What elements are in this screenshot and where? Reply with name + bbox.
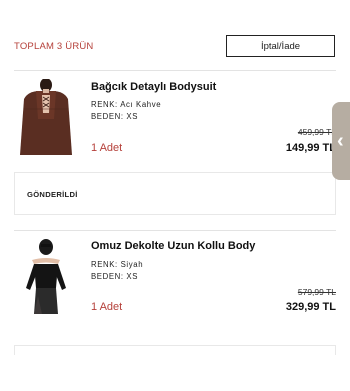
product-image[interactable] (14, 79, 78, 155)
shipment-status-label: GÖNDERİLDİ (27, 190, 78, 199)
size-label: BEDEN: (91, 112, 124, 121)
order-header: TOPLAM 3 ÜRÜN İptal/İade (0, 0, 350, 70)
product-name: Bağcık Detaylı Bodysuit (91, 81, 217, 93)
sale-price: 329,99 TL (285, 301, 336, 313)
side-panel-handle[interactable]: ‹ (332, 102, 350, 180)
product-name: Omuz Dekolte Uzun Kollu Body (91, 240, 256, 252)
size-label: BEDEN: (91, 272, 124, 281)
chevron-left-icon: ‹ (337, 130, 344, 152)
color-label: RENK: (91, 260, 118, 269)
product-quantity: 1 Adet (91, 301, 123, 313)
size-value: XS (126, 272, 139, 281)
cancel-return-button[interactable]: İptal/İade (226, 35, 335, 57)
old-price: 579,99 TL (297, 287, 336, 297)
next-status-box (14, 345, 336, 355)
sale-price: 149,99 TL (285, 142, 336, 154)
product-quantity: 1 Adet (91, 142, 123, 154)
product-size: BEDEN: XS (91, 112, 138, 121)
product-color: RENK: Acı Kahve (91, 100, 161, 109)
product-color: RENK: Siyah (91, 260, 143, 269)
shipment-status-box: GÖNDERİLDİ (14, 172, 336, 215)
color-label: RENK: (91, 100, 118, 109)
product-item[interactable]: Omuz Dekolte Uzun Kollu Body RENK: Siyah… (0, 231, 350, 391)
old-price: 459,99 TL (297, 127, 336, 137)
size-value: XS (126, 112, 139, 121)
total-items-label: TOPLAM 3 ÜRÜN (14, 41, 94, 52)
color-value: Acı Kahve (120, 100, 162, 109)
product-image[interactable] (14, 238, 78, 314)
product-size: BEDEN: XS (91, 272, 138, 281)
color-value: Siyah (120, 260, 144, 269)
